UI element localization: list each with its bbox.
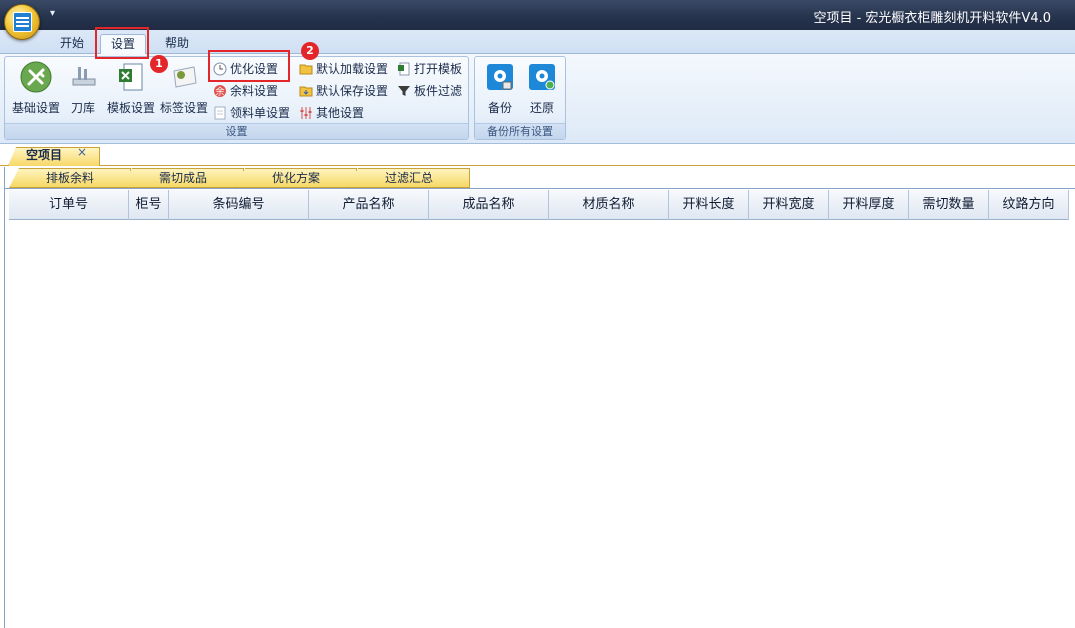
column-header-material-name[interactable]: 材质名称 bbox=[549, 190, 669, 220]
folder-save-icon bbox=[299, 86, 313, 97]
backup-gear-icon bbox=[487, 64, 513, 90]
other-settings-button[interactable]: 其他设置 bbox=[299, 103, 364, 123]
document-icon bbox=[214, 106, 226, 120]
excel-template-icon bbox=[119, 63, 143, 91]
material-slip-settings-label: 领料单设置 bbox=[230, 106, 291, 120]
close-tab-icon[interactable]: × bbox=[77, 145, 87, 159]
other-settings-label: 其他设置 bbox=[316, 106, 365, 120]
open-template-label: 打开模板 bbox=[414, 62, 463, 76]
remnant-settings-label: 余料设置 bbox=[230, 84, 279, 98]
backup-group-label: 备份所有设置 bbox=[475, 123, 565, 139]
grid-header: 订单号 柜号 条码编号 产品名称 成品名称 材质名称 开料长度 开料宽度 开料厚… bbox=[9, 190, 1069, 220]
column-header-finished-name[interactable]: 成品名称 bbox=[429, 190, 549, 220]
template-settings-button[interactable]: 模板设置 bbox=[105, 61, 157, 116]
backup-button[interactable]: 备份 bbox=[481, 61, 519, 116]
filter-icon bbox=[398, 86, 410, 96]
title-bar: ▾ 空项目 - 宏光橱衣柜雕刻机开料软件V4.0 bbox=[0, 0, 1075, 30]
optimize-settings-label: 优化设置 bbox=[230, 62, 279, 76]
tools-icon bbox=[20, 61, 52, 93]
label-settings-label: 标签设置 bbox=[159, 101, 208, 115]
window-title: 空项目 - 宏光橱衣柜雕刻机开料软件V4.0 bbox=[813, 11, 1051, 26]
parts-grid: 订单号 柜号 条码编号 产品名称 成品名称 材质名称 开料长度 开料宽度 开料厚… bbox=[4, 188, 1075, 628]
material-slip-settings-button[interactable]: 领料单设置 bbox=[213, 103, 290, 123]
subtab-optimization-plan[interactable]: 优化方案 bbox=[235, 168, 357, 188]
quick-access-dropdown-icon[interactable]: ▾ bbox=[50, 8, 55, 19]
excel-file-icon bbox=[398, 62, 410, 76]
tool-library-label: 刀库 bbox=[70, 101, 95, 115]
tab-settings[interactable]: 设置 bbox=[100, 34, 147, 54]
ribbon-tab-row: 开始 设置 帮助 bbox=[0, 30, 1075, 54]
tab-start[interactable]: 开始 bbox=[50, 34, 94, 54]
subtab-filter-summary[interactable]: 过滤汇总 bbox=[348, 168, 470, 188]
app-logo-icon bbox=[13, 12, 32, 32]
cutter-icon bbox=[72, 67, 96, 86]
app-menu-button[interactable] bbox=[4, 4, 40, 40]
template-settings-label: 模板设置 bbox=[106, 101, 155, 115]
sliders-icon bbox=[300, 107, 312, 119]
default-load-settings-button[interactable]: 默认加载设置 bbox=[299, 59, 388, 79]
optimize-settings-button[interactable]: 优化设置 bbox=[213, 59, 278, 79]
subtab-layout-remnant[interactable]: 排板余料 bbox=[9, 168, 131, 188]
restore-gear-icon bbox=[529, 64, 555, 90]
settings-group: 基础设置 刀库 模板设置 标签设置 优化设置 余 余料设置 领料单设置 默认加载… bbox=[4, 56, 469, 140]
document-tab-strip: 空项目 × bbox=[0, 144, 1075, 166]
folder-open-icon bbox=[299, 64, 313, 75]
label-gear-icon bbox=[173, 66, 197, 88]
column-header-cut-thickness[interactable]: 开料厚度 bbox=[829, 190, 909, 220]
default-save-settings-label: 默认保存设置 bbox=[316, 84, 389, 98]
clock-icon bbox=[213, 62, 227, 76]
column-header-quantity[interactable]: 需切数量 bbox=[909, 190, 989, 220]
column-header-product-name[interactable]: 产品名称 bbox=[309, 190, 429, 220]
annotation-badge-1: 1 bbox=[150, 55, 168, 73]
column-header-barcode[interactable]: 条码编号 bbox=[169, 190, 309, 220]
column-header-grain-direction[interactable]: 纹路方向 bbox=[989, 190, 1069, 220]
backup-group: 备份 还原 备份所有设置 bbox=[474, 56, 566, 140]
restore-button[interactable]: 还原 bbox=[523, 61, 561, 116]
document-tab-label: 空项目 bbox=[26, 148, 63, 162]
default-save-settings-button[interactable]: 默认保存设置 bbox=[299, 81, 388, 101]
backup-label: 备份 bbox=[487, 101, 512, 115]
panel-filter-label: 板件过滤 bbox=[414, 84, 463, 98]
default-load-settings-label: 默认加载设置 bbox=[316, 62, 389, 76]
basic-settings-label: 基础设置 bbox=[11, 101, 60, 115]
panel-filter-button[interactable]: 板件过滤 bbox=[397, 81, 462, 101]
column-header-cabinet-no[interactable]: 柜号 bbox=[129, 190, 169, 220]
tool-library-button[interactable]: 刀库 bbox=[63, 61, 103, 116]
remnant-settings-button[interactable]: 余余料设置 bbox=[213, 81, 278, 101]
column-header-order-no[interactable]: 订单号 bbox=[9, 190, 129, 220]
sub-tab-strip: 排板余料 需切成品 优化方案 过滤汇总 bbox=[4, 167, 1075, 188]
open-template-button[interactable]: 打开模板 bbox=[397, 59, 462, 79]
restore-label: 还原 bbox=[529, 101, 554, 115]
svg-text:余: 余 bbox=[215, 86, 224, 98]
column-header-cut-width[interactable]: 开料宽度 bbox=[749, 190, 829, 220]
remnant-icon: 余 bbox=[214, 85, 226, 98]
settings-group-label: 设置 bbox=[5, 123, 468, 139]
subtab-parts-to-cut[interactable]: 需切成品 bbox=[122, 168, 244, 188]
basic-settings-button[interactable]: 基础设置 bbox=[9, 61, 63, 116]
tab-help[interactable]: 帮助 bbox=[155, 34, 199, 54]
annotation-badge-2: 2 bbox=[301, 42, 319, 60]
column-header-cut-length[interactable]: 开料长度 bbox=[669, 190, 749, 220]
